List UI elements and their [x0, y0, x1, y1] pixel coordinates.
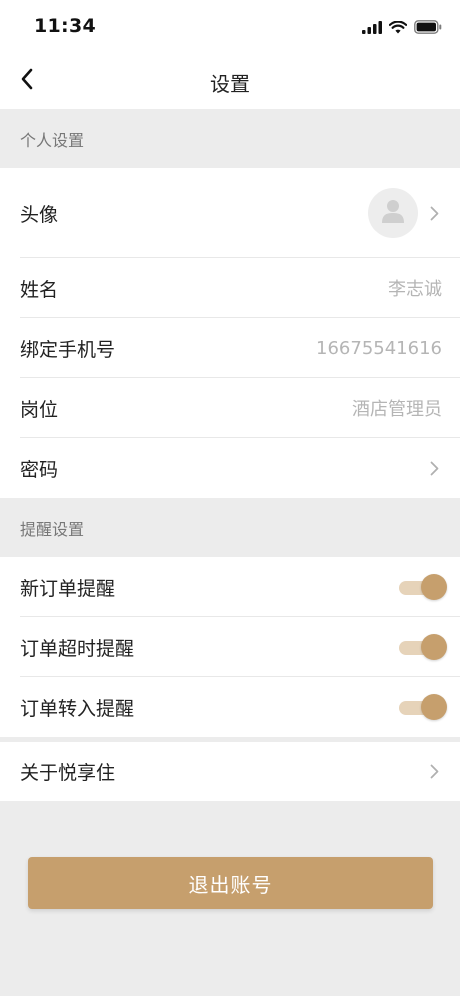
position-value: 酒店管理员 [352, 399, 442, 420]
status-bar: 11:34 [0, 0, 460, 56]
logout-button[interactable]: 退出账号 [28, 857, 433, 909]
position-row[interactable]: 岗位 酒店管理员 [0, 378, 460, 438]
section-header-personal: 个人设置 [0, 109, 460, 168]
order-timeout-reminder-row: 订单超时提醒 [0, 617, 460, 677]
name-row[interactable]: 姓名 李志诚 [0, 258, 460, 318]
avatar-row[interactable]: 头像 [0, 168, 460, 258]
chevron-right-icon [430, 205, 442, 221]
user-placeholder-icon [381, 198, 405, 228]
cellular-signal-icon [362, 19, 382, 38]
order-transfer-reminder-toggle[interactable] [399, 694, 447, 720]
page-title: 设置 [210, 72, 250, 96]
new-order-reminder-label: 新订单提醒 [20, 577, 116, 600]
toggle-knob [421, 634, 447, 660]
password-row[interactable]: 密码 [0, 438, 460, 498]
order-timeout-reminder-label: 订单超时提醒 [20, 637, 135, 660]
new-order-reminder-row: 新订单提醒 [0, 557, 460, 617]
about-row[interactable]: 关于悦享住 [0, 742, 460, 801]
chevron-right-icon [430, 460, 442, 476]
order-transfer-reminder-row: 订单转入提醒 [0, 677, 460, 737]
settings-screen: 11:34 设置 个人设置 头像 姓名 李志诚 绑定手机号 1667554161… [0, 0, 460, 996]
position-label: 岗位 [20, 398, 59, 421]
password-label: 密码 [20, 458, 59, 481]
order-timeout-reminder-toggle[interactable] [399, 634, 447, 660]
phone-row[interactable]: 绑定手机号 16675541616 [0, 318, 460, 378]
status-icons [362, 19, 442, 38]
phone-label: 绑定手机号 [20, 338, 116, 361]
avatar-label: 头像 [20, 203, 59, 226]
status-time: 11:34 [34, 15, 96, 37]
phone-value: 16675541616 [316, 337, 442, 359]
wifi-icon [388, 19, 408, 38]
toggle-knob [421, 694, 447, 720]
nav-bar: 设置 [0, 56, 460, 109]
name-value: 李志诚 [388, 279, 442, 300]
name-label: 姓名 [20, 278, 59, 301]
avatar [368, 188, 418, 238]
chevron-right-icon [430, 764, 442, 780]
battery-icon [414, 19, 442, 38]
about-label: 关于悦享住 [20, 762, 116, 784]
section-header-reminders: 提醒设置 [0, 498, 460, 557]
toggle-knob [421, 574, 447, 600]
order-transfer-reminder-label: 订单转入提醒 [20, 697, 135, 720]
new-order-reminder-toggle[interactable] [399, 574, 447, 600]
